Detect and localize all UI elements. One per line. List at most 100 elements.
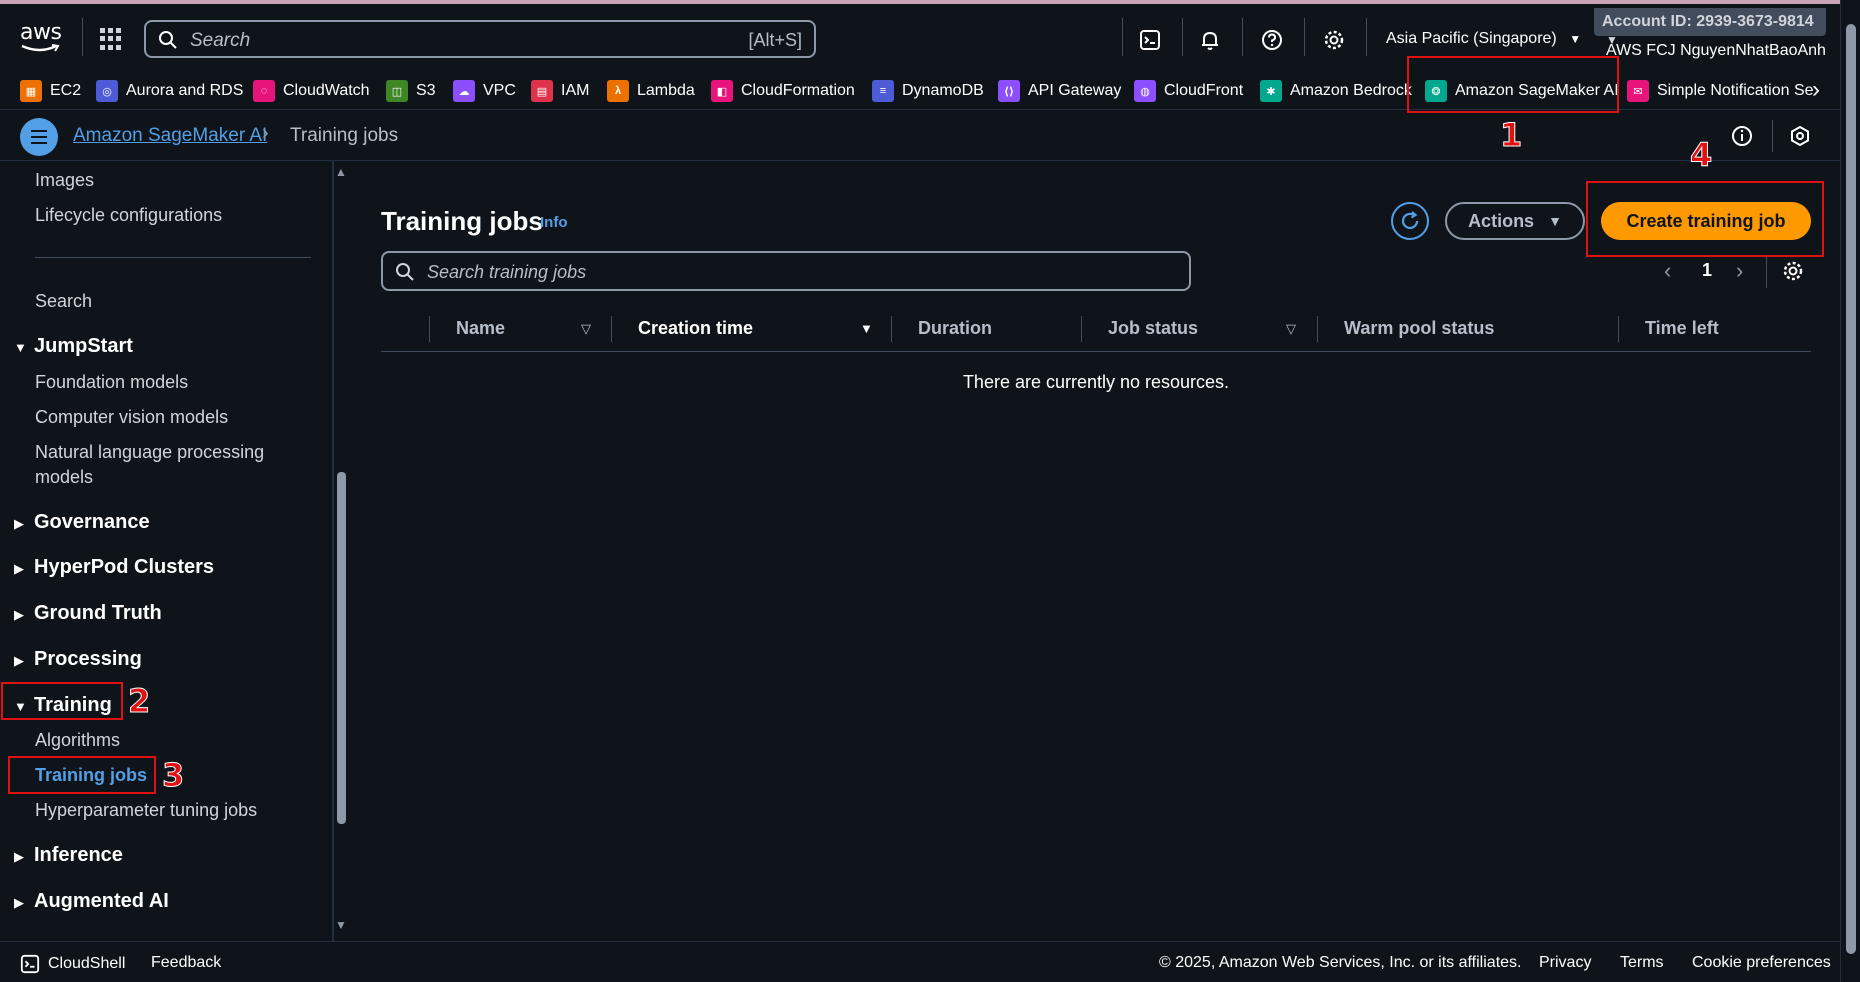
divider [82,18,83,56]
tools-panel-icon[interactable] [1788,124,1814,150]
annotation-box-2 [1,682,123,720]
favorite-dynamodb[interactable]: ≡ DynamoDB [872,78,984,104]
sort-icon[interactable]: ▽ [1286,321,1296,337]
scroll-down-arrow-icon[interactable]: ▼ [335,918,347,932]
refresh-button[interactable] [1391,202,1429,240]
nav-item-foundation-models[interactable]: Foundation models [35,372,188,393]
column-header-time-left[interactable]: Time left [1645,318,1719,339]
help-icon[interactable] [1258,26,1286,54]
nav-item-computer-vision-models[interactable]: Computer vision models [35,407,228,428]
nav-item-lifecycle-configurations[interactable]: Lifecycle configurations [35,205,222,226]
footer-privacy-link[interactable]: Privacy [1539,954,1591,972]
favorite-iam[interactable]: ▤ IAM [531,78,589,104]
caret-right-icon: ▶ [14,516,24,531]
nav-item-images[interactable]: Images [35,170,94,191]
nav-item-nlp-models[interactable]: Natural language processing [35,442,264,463]
nav-section-hyperpod-clusters[interactable]: ▶ HyperPod Clusters [14,556,214,579]
aws-logo[interactable]: aws [20,20,64,54]
sns-icon: ✉ [1627,80,1649,102]
side-navigation [0,161,334,941]
nav-section-governance[interactable]: ▶ Governance [14,511,150,534]
chevron-right-icon[interactable]: › [1812,76,1820,104]
column-header-name[interactable]: Name [456,318,505,339]
pagination-page-number[interactable]: 1 [1702,260,1712,281]
annotation-number-1: 1 [1499,116,1523,155]
annotation-box-1 [1407,56,1619,113]
pagination-next-icon[interactable]: › [1736,258,1743,284]
cloudshell-icon [20,954,40,974]
breadcrumb-service-link[interactable]: Amazon SageMaker AI [73,125,267,147]
sidebar-scrollbar-thumb[interactable] [337,472,346,824]
nav-section-jumpstart[interactable]: ▼ JumpStart [14,335,133,358]
favorite-lambda[interactable]: λ Lambda [607,78,695,104]
search-shortcut: [Alt+S] [748,30,802,50]
nav-item-algorithms[interactable]: Algorithms [35,730,120,751]
annotation-number-3: 3 [161,756,185,795]
annotation-number-4: 4 [1689,136,1713,175]
search-placeholder: Search [190,30,251,51]
side-nav-toggle-button[interactable] [20,118,58,156]
cloudfront-icon: ◍ [1134,80,1156,102]
search-icon [159,31,177,49]
notifications-bell-icon[interactable] [1196,26,1224,54]
chevron-right-icon: › [262,122,269,144]
services-menu-icon[interactable] [100,28,122,50]
info-link[interactable]: Info [540,214,568,231]
nav-section-augmented-ai[interactable]: ▶ Augmented AI [14,890,169,913]
nav-item-nlp-models-line2[interactable]: models [35,467,93,488]
cloudformation-icon: ◧ [711,80,733,102]
favorite-amazon-bedrock[interactable]: ✱ Amazon Bedrock [1260,78,1412,104]
breadcrumb-bar: Amazon SageMaker AI › Training jobs [0,110,1840,161]
favorite-vpc[interactable]: ☁ VPC [453,78,516,104]
lambda-icon: λ [607,80,629,102]
caret-right-icon: ▶ [14,849,24,864]
sort-icon[interactable]: ▽ [581,321,591,337]
favorite-cloudfront[interactable]: ◍ CloudFront [1134,78,1243,104]
column-header-job-status[interactable]: Job status [1108,318,1198,339]
region-selector[interactable]: Asia Pacific (Singapore) ▼ [1386,30,1581,48]
nav-section-ground-truth[interactable]: ▶ Ground Truth [14,602,162,625]
account-menu[interactable]: Account ID: 2939-3673-9814 ▼ [1594,8,1826,47]
footer-cloudshell-button[interactable]: CloudShell [20,954,125,974]
favorite-s3[interactable]: ◫ S3 [386,78,436,104]
global-search-input[interactable]: Search [Alt+S] [144,20,816,58]
favorite-ec2[interactable]: ▦ EC2 [20,78,81,104]
annotation-box-4 [1586,181,1824,257]
nav-divider [35,257,311,258]
footer-cookie-preferences-link[interactable]: Cookie preferences [1692,954,1831,972]
training-jobs-search-input[interactable]: Search training jobs [381,251,1191,291]
footer-terms-link[interactable]: Terms [1620,954,1664,972]
column-header-warm-pool-status[interactable]: Warm pool status [1344,318,1494,339]
favorite-cloudwatch[interactable]: ◌ CloudWatch [253,78,370,104]
settings-gear-icon[interactable] [1320,26,1348,54]
page-scrollbar-thumb[interactable] [1846,24,1856,954]
footer: CloudShell Feedback © 2025, Amazon Web S… [0,941,1840,982]
nav-item-hyperparameter-tuning-jobs[interactable]: Hyperparameter tuning jobs [35,800,257,821]
page-scrollbar[interactable] [1840,0,1860,982]
table-preferences-gear-icon[interactable] [1782,260,1806,284]
vpc-icon: ☁ [453,80,475,102]
actions-dropdown-button[interactable]: Actions ▼ [1445,202,1585,240]
nav-item-search[interactable]: Search [35,291,92,312]
nav-section-inference[interactable]: ▶ Inference [14,844,123,867]
bedrock-icon: ✱ [1260,80,1282,102]
favorite-cloudformation[interactable]: ◧ CloudFormation [711,78,855,104]
info-circle-icon[interactable] [1730,124,1756,150]
pagination-prev-icon[interactable]: ‹ [1664,258,1671,284]
footer-feedback-link[interactable]: Feedback [151,954,221,972]
cloudshell-icon[interactable] [1136,26,1164,54]
divider [1766,256,1767,288]
user-name[interactable]: AWS FCJ NguyenNhatBaoAnh [1606,42,1826,60]
favorite-aurora-rds[interactable]: ◎ Aurora and RDS [96,78,243,104]
caret-right-icon: ▶ [14,895,24,910]
sort-descending-icon[interactable]: ▼ [860,321,873,336]
table-header: Name ▽ Creation time ▼ Duration Job stat… [381,312,1811,352]
scroll-up-arrow-icon[interactable]: ▲ [335,165,347,179]
rds-icon: ◎ [96,80,118,102]
nav-section-processing[interactable]: ▶ Processing [14,648,142,671]
favorite-sns[interactable]: ✉ Simple Notification Se [1627,78,1814,104]
favorite-api-gateway[interactable]: ⟨⟩ API Gateway [998,78,1121,104]
region-label: Asia Pacific (Singapore) [1386,30,1557,47]
column-header-duration[interactable]: Duration [918,318,992,339]
column-header-creation-time[interactable]: Creation time [638,318,753,339]
